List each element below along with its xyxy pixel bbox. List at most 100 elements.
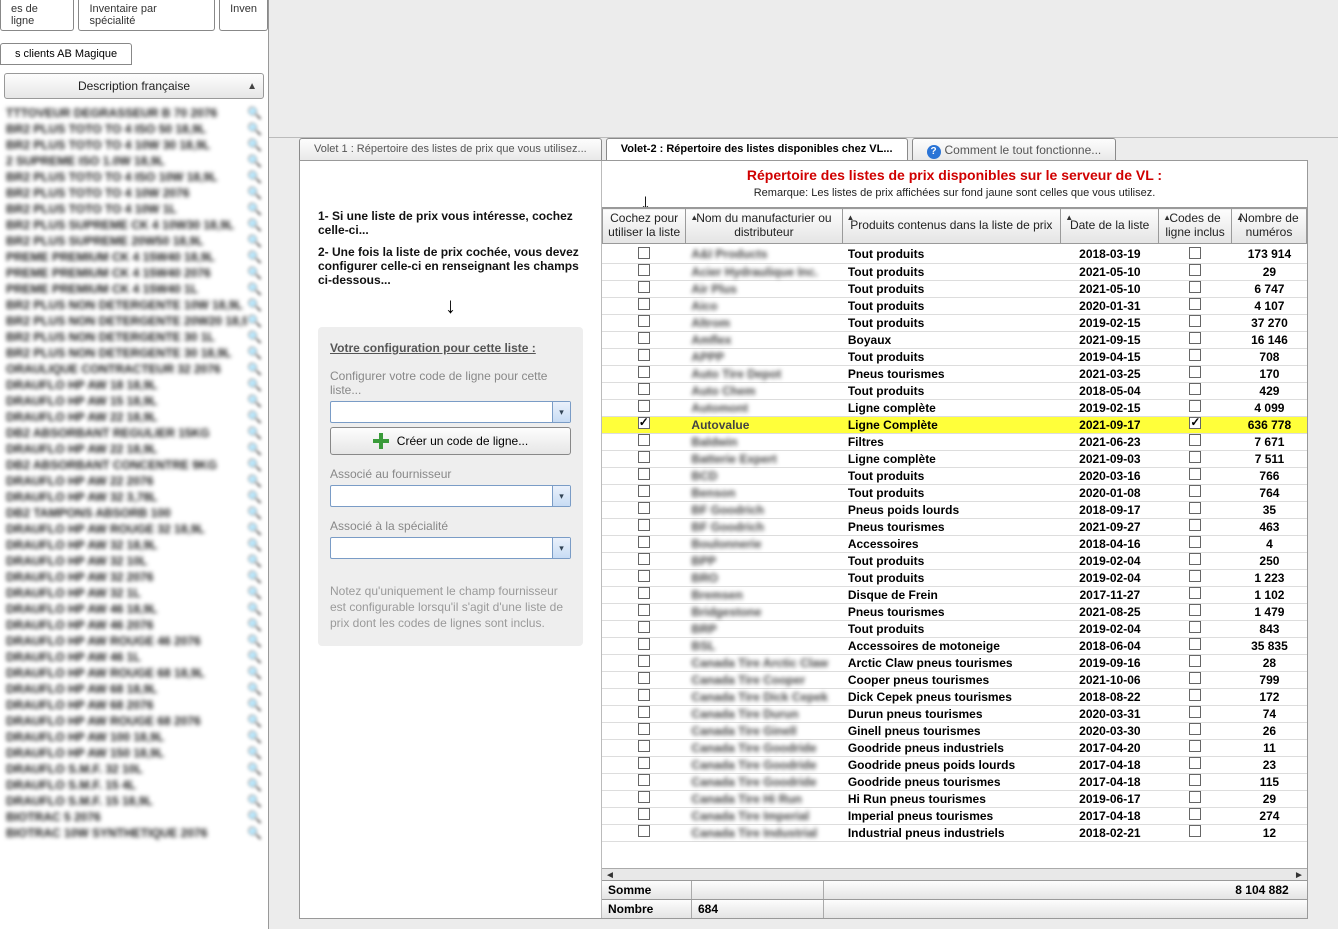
list-item[interactable]: DB2 TAMPONS ABSORB 100🔍 bbox=[4, 505, 264, 521]
list-item[interactable]: BR2 PLUS SUPREME 20W50 18,9L🔍 bbox=[4, 233, 264, 249]
list-item[interactable]: DRAUFLO S.M.F. 32 10L🔍 bbox=[4, 761, 264, 777]
list-item[interactable]: BIOTRAC 10W SYNTHETIQUE 2076🔍 bbox=[4, 825, 264, 841]
grid-body-scroll[interactable]: A&I ProductsTout produits2018-03-19173 9… bbox=[602, 246, 1307, 868]
list-item[interactable]: DB2 ABSORBANT REGULIER 15KG🔍 bbox=[4, 425, 264, 441]
search-icon[interactable]: 🔍 bbox=[247, 122, 262, 136]
list-item[interactable]: DRAUFLO HP AW ROUGE 68 2076🔍 bbox=[4, 713, 264, 729]
use-list-checkbox[interactable] bbox=[638, 638, 650, 650]
search-icon[interactable]: 🔍 bbox=[247, 826, 262, 840]
search-icon[interactable]: 🔍 bbox=[247, 522, 262, 536]
search-icon[interactable]: 🔍 bbox=[247, 410, 262, 424]
search-icon[interactable]: 🔍 bbox=[247, 426, 262, 440]
search-icon[interactable]: 🔍 bbox=[247, 618, 262, 632]
list-item[interactable]: PREME PREMIUM CK 4 15W40 1L🔍 bbox=[4, 281, 264, 297]
table-row[interactable]: Canada Tire GoodrideGoodride pneus touri… bbox=[602, 773, 1307, 790]
search-icon[interactable]: 🔍 bbox=[247, 282, 262, 296]
list-item[interactable]: BR2 PLUS SUPREME CK 4 10W30 18,9L🔍 bbox=[4, 217, 264, 233]
use-list-checkbox[interactable] bbox=[638, 672, 650, 684]
search-icon[interactable]: 🔍 bbox=[247, 298, 262, 312]
table-row[interactable]: AicoTout produits2020-01-314 107 bbox=[602, 297, 1307, 314]
table-row[interactable]: BridgestonePneus tourismes2021-08-251 47… bbox=[602, 603, 1307, 620]
search-icon[interactable]: 🔍 bbox=[247, 666, 262, 680]
table-row[interactable]: Canada Tire GinellGinell pneus tourismes… bbox=[602, 722, 1307, 739]
use-list-checkbox[interactable] bbox=[638, 298, 650, 310]
list-item[interactable]: DRAUFLO HP AW ROUGE 46 2076🔍 bbox=[4, 633, 264, 649]
use-list-checkbox[interactable] bbox=[638, 315, 650, 327]
list-item[interactable]: DRAUFLO HP AW 15 18,9L🔍 bbox=[4, 393, 264, 409]
description-header[interactable]: Description française ▲ bbox=[4, 73, 264, 99]
col-count[interactable]: ▲Nombre de numéros bbox=[1231, 209, 1306, 244]
list-item[interactable]: DRAUFLO HP AW 32 10L🔍 bbox=[4, 553, 264, 569]
search-icon[interactable]: 🔍 bbox=[247, 554, 262, 568]
list-item[interactable]: PREME PREMIUM CK 4 15W40 2076🔍 bbox=[4, 265, 264, 281]
use-list-checkbox[interactable] bbox=[638, 570, 650, 582]
search-icon[interactable]: 🔍 bbox=[247, 634, 262, 648]
use-list-checkbox[interactable] bbox=[638, 332, 650, 344]
table-row[interactable]: AmflexBoyaux2021-09-1516 146 bbox=[602, 331, 1307, 348]
use-list-checkbox[interactable] bbox=[638, 485, 650, 497]
search-icon[interactable]: 🔍 bbox=[247, 650, 262, 664]
list-item[interactable]: BR2 PLUS TOTO TO 4 10W 30 18,9L🔍 bbox=[4, 137, 264, 153]
search-icon[interactable]: 🔍 bbox=[247, 570, 262, 584]
search-icon[interactable]: 🔍 bbox=[247, 378, 262, 392]
table-row[interactable]: A&I ProductsTout produits2018-03-19173 9… bbox=[602, 246, 1307, 263]
list-item[interactable]: DRAUFLO S.M.F. 15 4L🔍 bbox=[4, 777, 264, 793]
col-products[interactable]: ▲Produits contenus dans la liste de prix bbox=[842, 209, 1061, 244]
col-manufacturer[interactable]: ▲Nom du manufacturier ou distributeur bbox=[686, 209, 842, 244]
col-date[interactable]: ▲Date de la liste bbox=[1061, 209, 1159, 244]
search-icon[interactable]: 🔍 bbox=[247, 314, 262, 328]
search-icon[interactable]: 🔍 bbox=[247, 458, 262, 472]
search-icon[interactable]: 🔍 bbox=[247, 586, 262, 600]
search-icon[interactable]: 🔍 bbox=[247, 506, 262, 520]
use-list-checkbox[interactable] bbox=[638, 587, 650, 599]
list-item[interactable]: ORAULIQUE CONTRACTEUR 32 2076🔍 bbox=[4, 361, 264, 377]
line-code-combo[interactable]: ▾ bbox=[330, 401, 571, 423]
search-icon[interactable]: 🔍 bbox=[247, 442, 262, 456]
list-item[interactable]: DRAUFLO HP AW 22 2076🔍 bbox=[4, 473, 264, 489]
use-list-checkbox[interactable] bbox=[638, 247, 650, 259]
search-icon[interactable]: 🔍 bbox=[247, 186, 262, 200]
use-list-checkbox[interactable] bbox=[638, 468, 650, 480]
search-icon[interactable]: 🔍 bbox=[247, 154, 262, 168]
list-item[interactable]: BR2 PLUS NON DETERGENTE 30 1L🔍 bbox=[4, 329, 264, 345]
use-list-checkbox[interactable] bbox=[638, 434, 650, 446]
left-tab-2[interactable]: Inventaire par spécialité bbox=[78, 0, 215, 31]
use-list-checkbox[interactable] bbox=[638, 655, 650, 667]
list-item[interactable]: DRAUFLO HP AW 150 18,9L🔍 bbox=[4, 745, 264, 761]
search-icon[interactable]: 🔍 bbox=[247, 170, 262, 184]
search-icon[interactable]: 🔍 bbox=[247, 810, 262, 824]
list-item[interactable]: DRAUFLO HP AW 32 18,9L🔍 bbox=[4, 537, 264, 553]
table-row[interactable]: AutomontLigne complète2019-02-154 099 bbox=[602, 399, 1307, 416]
list-item[interactable]: DRAUFLO HP AW 68 2076🔍 bbox=[4, 697, 264, 713]
table-row[interactable]: AutovalueLigne Complète2021-09-17636 778 bbox=[602, 416, 1307, 433]
search-icon[interactable]: 🔍 bbox=[247, 698, 262, 712]
list-item[interactable]: TTTOVEUR DEGRASSEUR B 70 2076🔍 bbox=[4, 105, 264, 121]
table-row[interactable]: Auto Tire DepotPneus tourismes2021-03-25… bbox=[602, 365, 1307, 382]
use-list-checkbox[interactable] bbox=[638, 366, 650, 378]
use-list-checkbox[interactable] bbox=[638, 791, 650, 803]
search-icon[interactable]: 🔍 bbox=[247, 682, 262, 696]
list-item[interactable]: BR2 PLUS NON DETERGENTE 20W20 18,9L🔍 bbox=[4, 313, 264, 329]
search-icon[interactable]: 🔍 bbox=[247, 202, 262, 216]
use-list-checkbox[interactable] bbox=[638, 723, 650, 735]
use-list-checkbox[interactable] bbox=[638, 774, 650, 786]
table-row[interactable]: Canada Tire Dick CepekDick Cepek pneus t… bbox=[602, 688, 1307, 705]
list-item[interactable]: DRAUFLO HP AW 46 18,9L🔍 bbox=[4, 601, 264, 617]
table-row[interactable]: Canada Tire IndustrialIndustrial pneus i… bbox=[602, 824, 1307, 841]
table-row[interactable]: Canada Tire GoodrideGoodride pneus poids… bbox=[602, 756, 1307, 773]
table-row[interactable]: BPPTout produits2019-02-04250 bbox=[602, 552, 1307, 569]
table-row[interactable]: Canada Tire DurunDurun pneus tourismes20… bbox=[602, 705, 1307, 722]
use-list-checkbox[interactable] bbox=[638, 400, 650, 412]
list-item[interactable]: BR2 PLUS TOTO TO 4 10W 2076🔍 bbox=[4, 185, 264, 201]
table-row[interactable]: Batterie ExpertLigne complète2021-09-037… bbox=[602, 450, 1307, 467]
search-icon[interactable]: 🔍 bbox=[247, 746, 262, 760]
list-item[interactable]: DRAUFLO HP AW 100 18,9L🔍 bbox=[4, 729, 264, 745]
left-tab-3[interactable]: Inven bbox=[219, 0, 268, 31]
list-item[interactable]: BR2 PLUS TOTO TO 4 10W 1L🔍 bbox=[4, 201, 264, 217]
table-row[interactable]: Canada Tire Hi RunHi Run pneus tourismes… bbox=[602, 790, 1307, 807]
list-item[interactable]: DB2 ABSORBANT CONCENTRE 9KG🔍 bbox=[4, 457, 264, 473]
list-item[interactable]: DRAUFLO HP AW 32 3,78L🔍 bbox=[4, 489, 264, 505]
list-item[interactable]: BR2 PLUS NON DETERGENTE 10W 18,9L🔍 bbox=[4, 297, 264, 313]
list-item[interactable]: DRAUFLO HP AW 32 1L🔍 bbox=[4, 585, 264, 601]
search-icon[interactable]: 🔍 bbox=[247, 762, 262, 776]
